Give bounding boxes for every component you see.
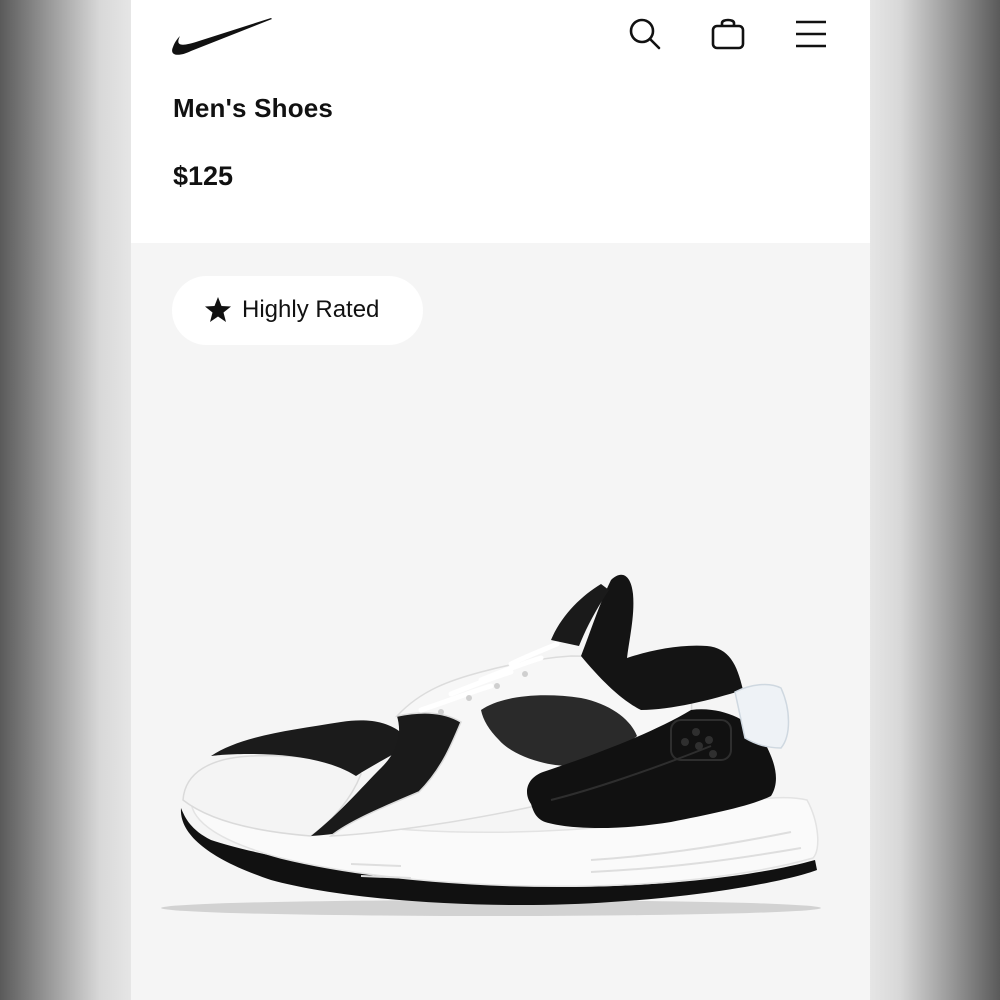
sneaker-product-image[interactable] — [151, 560, 851, 920]
product-price: $125 — [173, 161, 234, 191]
star-icon — [205, 297, 231, 322]
hamburger-menu-icon — [796, 20, 826, 48]
shopping-bag-icon — [711, 18, 745, 50]
swoosh-logo-icon[interactable] — [171, 16, 274, 56]
search-button[interactable] — [623, 12, 667, 56]
badge-label: Highly Rated — [242, 296, 380, 323]
product-header: Men's Shoes $125 — [131, 0, 870, 243]
search-icon — [629, 18, 661, 50]
bag-button[interactable] — [706, 12, 750, 56]
app-screen: Men's Shoes $125 Highly Rated — [131, 0, 870, 1000]
menu-button[interactable] — [789, 12, 833, 56]
product-category: Men's Shoes — [173, 93, 334, 123]
highly-rated-badge: Highly Rated — [172, 276, 423, 345]
